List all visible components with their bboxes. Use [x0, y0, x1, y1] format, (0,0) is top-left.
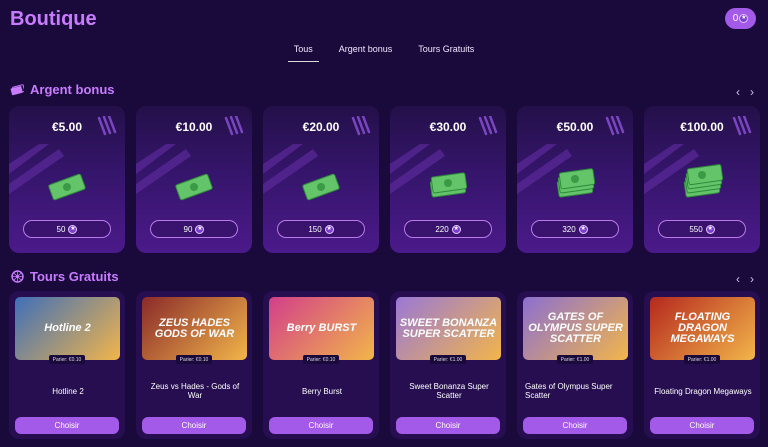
bet-badge: Parier: €0.10 — [49, 355, 85, 364]
game-thumbnail[interactable]: GATES OF OLYMPUS SUPER SCATTER — [523, 297, 628, 360]
cash-icon — [9, 154, 125, 204]
claw-icon — [351, 116, 371, 136]
cash-icon — [390, 154, 506, 204]
choose-button[interactable]: Choisir — [15, 417, 119, 434]
points-price[interactable]: 320 ★ — [531, 220, 619, 238]
claw-icon — [605, 116, 625, 136]
bonus-card[interactable]: €30.00 220 ★ — [390, 106, 506, 253]
cash-icon — [517, 154, 633, 204]
bonus-card[interactable]: €50.00 320 ★ — [517, 106, 633, 253]
points-price[interactable]: 50 ★ — [23, 220, 111, 238]
points-value: 220 — [435, 224, 449, 234]
cash-icon — [644, 154, 760, 204]
coin-icon: ★ — [739, 14, 749, 23]
game-name: Gates of Olympus Super Scatter — [525, 382, 613, 400]
points-value: 320 — [562, 224, 576, 234]
chevron-right-icon[interactable]: › — [750, 85, 754, 99]
bet-badge: Parier: €1.00 — [430, 355, 466, 364]
bonus-card-row: €5.00 50 ★ €10.00 90 ★ €20.00 150 ★ €30.… — [9, 106, 760, 253]
chevron-left-icon[interactable]: ‹ — [736, 272, 740, 286]
points-value: 50 — [56, 224, 66, 234]
game-card[interactable]: FLOATING DRAGON MEGAWAYS Parier: €1.00 F… — [644, 291, 760, 439]
choose-button[interactable]: Choisir — [396, 417, 500, 434]
bonus-section-header: Argent bonus — [10, 82, 115, 97]
game-thumbnail[interactable]: SWEET BONANZA SUPER SCATTER — [396, 297, 501, 360]
choose-button[interactable]: Choisir — [523, 417, 627, 434]
claw-icon — [732, 116, 752, 136]
points-price[interactable]: 220 ★ — [404, 220, 492, 238]
claw-icon — [224, 116, 244, 136]
game-thumbnail[interactable]: Hotline 2 — [15, 297, 120, 360]
tab-bonus-money[interactable]: Argent bonus — [333, 42, 399, 62]
bet-badge: Parier: €1.00 — [557, 355, 593, 364]
game-name: Sweet Bonanza Super Scatter — [409, 382, 489, 400]
tab-free-spins[interactable]: Tours Gratuits — [412, 42, 480, 62]
game-card[interactable]: SWEET BONANZA SUPER SCATTER Parier: €1.0… — [390, 291, 506, 439]
wheel-icon — [10, 270, 24, 284]
cash-icon — [10, 83, 24, 97]
game-card-row: Hotline 2 Parier: €0.10 Hotline 2 Choisi… — [9, 291, 760, 439]
bonus-carousel-arrows: ‹ › — [736, 85, 754, 99]
bonus-card[interactable]: €5.00 50 ★ — [9, 106, 125, 253]
game-art-text: Berry BURST — [286, 322, 357, 334]
points-price[interactable]: 550 ★ — [658, 220, 746, 238]
coin-icon: ★ — [68, 224, 78, 234]
spins-section-header: Tours Gratuits — [10, 269, 119, 284]
bonus-card[interactable]: €100.00 550 ★ — [644, 106, 760, 253]
page-title: Boutique — [10, 8, 97, 30]
game-name: Floating Dragon Megaways — [654, 386, 752, 396]
game-thumbnail[interactable]: Berry BURST — [269, 297, 374, 360]
balance-value: 0 — [732, 13, 739, 24]
choose-button[interactable]: Choisir — [142, 417, 246, 434]
game-card[interactable]: GATES OF OLYMPUS SUPER SCATTER Parier: €… — [517, 291, 633, 439]
game-name: Zeus vs Hades - Gods of War — [150, 382, 240, 400]
points-value: 550 — [689, 224, 703, 234]
spins-section-title: Tours Gratuits — [30, 269, 119, 284]
bet-badge: Parier: €0.10 — [303, 355, 339, 364]
tab-bar: Tous Argent bonus Tours Gratuits — [0, 42, 768, 62]
choose-button[interactable]: Choisir — [269, 417, 373, 434]
coin-icon: ★ — [578, 224, 588, 234]
game-art-text: FLOATING DRAGON MEGAWAYS — [670, 311, 735, 345]
game-card[interactable]: ZEUS HADES GODS OF WAR Parier: €0.10 Zeu… — [136, 291, 252, 439]
bonus-card[interactable]: €10.00 90 ★ — [136, 106, 252, 253]
claw-icon — [97, 116, 117, 136]
spins-carousel-arrows: ‹ › — [736, 272, 754, 286]
points-price[interactable]: 150 ★ — [277, 220, 365, 238]
game-card[interactable]: Berry BURST Parier: €0.10 Berry Burst Ch… — [263, 291, 379, 439]
balance-badge[interactable]: 0 ★ — [725, 8, 756, 29]
cash-icon — [136, 154, 252, 204]
game-thumbnail[interactable]: ZEUS HADES GODS OF WAR — [142, 297, 247, 360]
tab-all[interactable]: Tous — [287, 42, 319, 62]
points-price[interactable]: 90 ★ — [150, 220, 238, 238]
points-value: 150 — [308, 224, 322, 234]
chevron-left-icon[interactable]: ‹ — [736, 85, 740, 99]
game-thumbnail[interactable]: FLOATING DRAGON MEGAWAYS — [650, 297, 755, 360]
game-art-text: Hotline 2 — [44, 322, 91, 334]
coin-icon: ★ — [324, 224, 334, 234]
game-art-text: SWEET BONANZA SUPER SCATTER — [399, 316, 498, 340]
coin-icon: ★ — [451, 224, 461, 234]
coin-icon: ★ — [195, 224, 205, 234]
game-art-text: ZEUS HADES GODS OF WAR — [154, 316, 235, 340]
bonus-card[interactable]: €20.00 150 ★ — [263, 106, 379, 253]
chevron-right-icon[interactable]: › — [750, 272, 754, 286]
cash-icon — [263, 154, 379, 204]
game-card[interactable]: Hotline 2 Parier: €0.10 Hotline 2 Choisi… — [9, 291, 125, 439]
bet-badge: Parier: €1.00 — [684, 355, 720, 364]
bet-badge: Parier: €0.10 — [176, 355, 212, 364]
points-value: 90 — [183, 224, 193, 234]
coin-icon: ★ — [705, 224, 715, 234]
claw-icon — [478, 116, 498, 136]
game-name: Berry Burst — [301, 386, 342, 396]
game-art-text: GATES OF OLYMPUS SUPER SCATTER — [528, 311, 623, 345]
choose-button[interactable]: Choisir — [650, 417, 754, 434]
game-name: Hotline 2 — [52, 386, 84, 396]
bonus-section-title: Argent bonus — [30, 82, 115, 97]
